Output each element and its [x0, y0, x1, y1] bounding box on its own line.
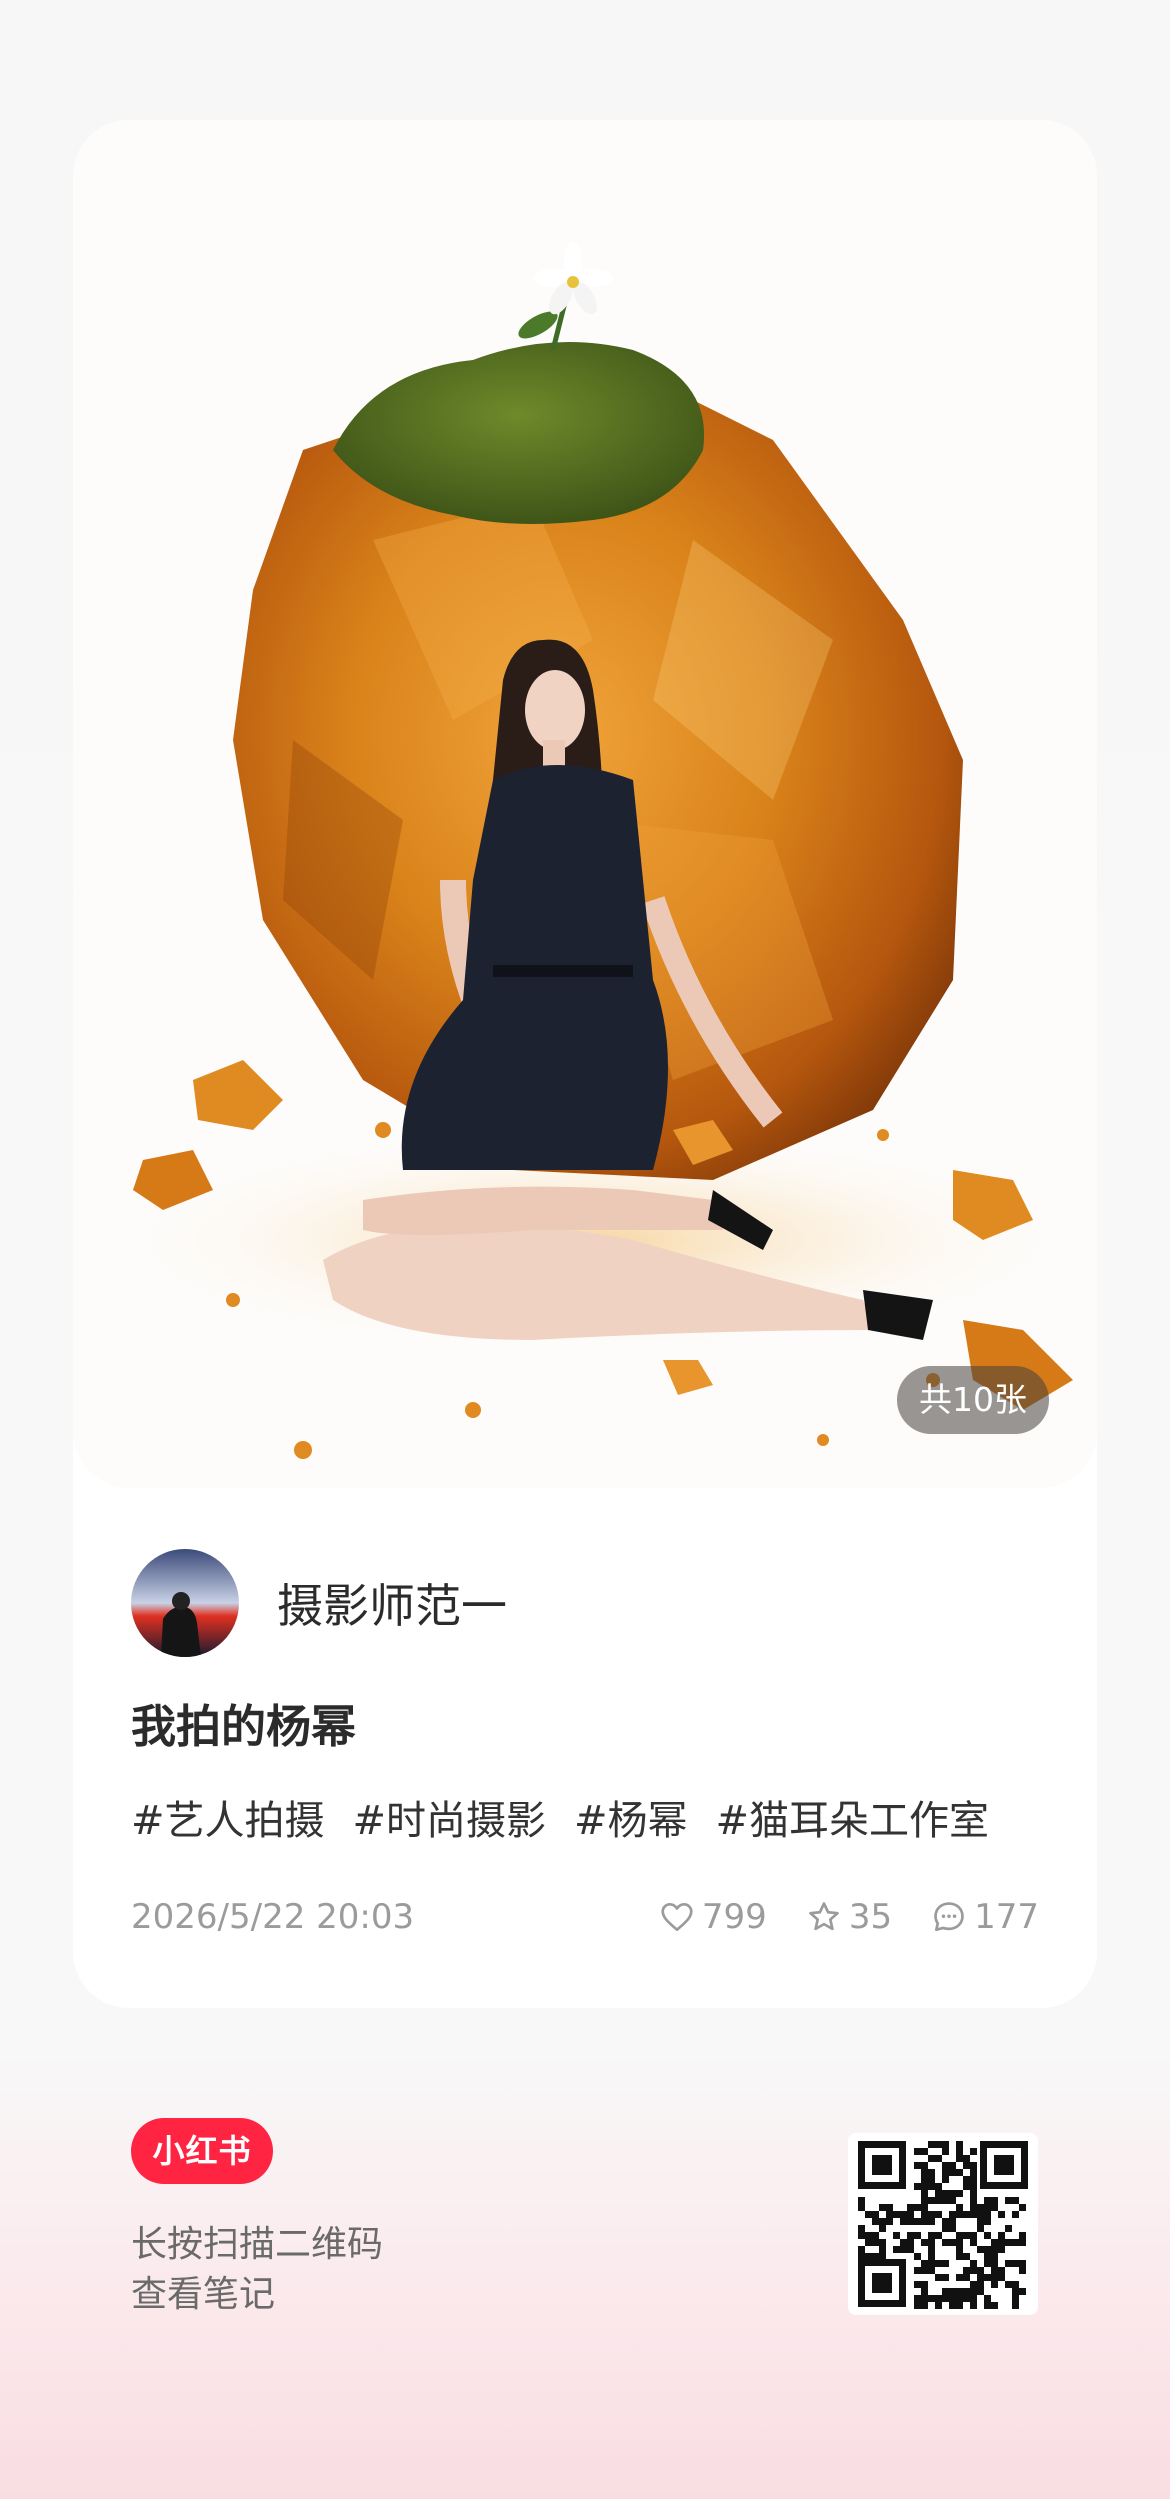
qr-code[interactable]: [848, 2133, 1038, 2315]
note-card[interactable]: 共10张 摄影师范一 我拍的杨幂 #艺人拍摄 #时尚摄影 #杨幂 #猫耳朵工作室…: [73, 120, 1097, 2008]
cover-photo[interactable]: 共10张: [73, 120, 1097, 1488]
tag[interactable]: #杨幂: [574, 1788, 688, 1846]
author-row[interactable]: 摄影师范一: [131, 1548, 507, 1658]
post-datetime: 2026/5/22 20:03: [131, 1897, 415, 1937]
qr-code-image: [858, 2141, 1028, 2309]
scan-hint: 长按扫描二维码 查看笔记: [131, 2220, 383, 2320]
favorites-stat[interactable]: 35: [805, 1897, 892, 1937]
avatar[interactable]: [131, 1549, 239, 1657]
likes-count: 799: [701, 1897, 767, 1937]
likes-stat[interactable]: 799: [658, 1897, 767, 1937]
tag[interactable]: #时尚摄影: [353, 1788, 547, 1846]
favorites-count: 35: [848, 1897, 893, 1937]
author-name[interactable]: 摄影师范一: [277, 1570, 507, 1636]
avatar-image: [131, 1549, 239, 1657]
tag-list: #艺人拍摄 #时尚摄影 #杨幂 #猫耳朵工作室: [131, 1788, 989, 1846]
tag[interactable]: #猫耳朵工作室: [716, 1788, 990, 1846]
heart-icon: [661, 1902, 693, 1932]
image-count-badge: 共10张: [897, 1366, 1049, 1434]
meta-row: 2026/5/22 20:03 799 35 177: [131, 1892, 1039, 1942]
comments-count: 177: [974, 1897, 1039, 1937]
comments-stat[interactable]: 177: [930, 1897, 1039, 1937]
comment-icon: [934, 1902, 964, 1932]
scan-hint-line1: 长按扫描二维码: [131, 2224, 384, 2265]
note-title: 我拍的杨幂: [131, 1700, 357, 1753]
brand-logo: 小红书: [131, 2118, 273, 2184]
scan-hint-line2: 查看笔记: [131, 2274, 276, 2315]
star-icon: [809, 1902, 839, 1931]
tag[interactable]: #艺人拍摄: [131, 1788, 325, 1846]
cover-illustration: [73, 242, 1097, 1459]
